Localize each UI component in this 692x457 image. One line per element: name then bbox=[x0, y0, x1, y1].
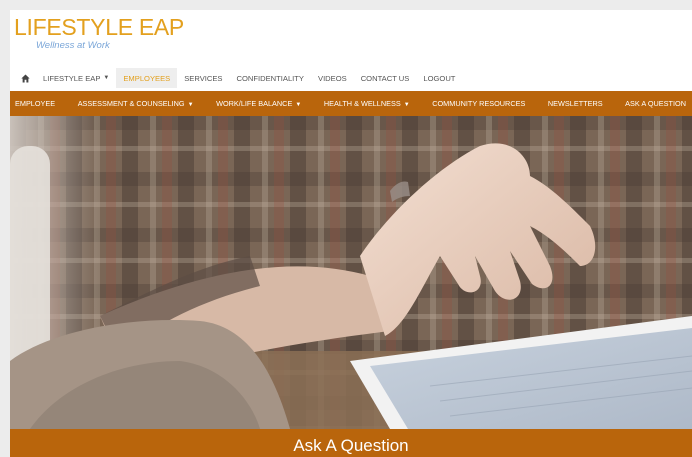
sec-nav-label: WORK/LIFE BALANCE bbox=[216, 99, 293, 108]
logo-tagline: Wellness at Work bbox=[36, 40, 110, 51]
sec-nav-work-life-balance[interactable]: WORK/LIFE BALANCE ▼ bbox=[216, 99, 301, 108]
top-nav-label: EMPLOYEES bbox=[123, 73, 171, 83]
sec-nav-community-resources[interactable]: COMMUNITY RESOURCES bbox=[432, 99, 525, 108]
top-nav-employees[interactable]: EMPLOYEES bbox=[116, 68, 178, 88]
sec-nav-employee[interactable]: EMPLOYEE bbox=[15, 99, 55, 108]
caret-down-icon: ▼ bbox=[187, 102, 194, 108]
secondary-nav: EMPLOYEE ASSESSMENT & COUNSELING ▼ WORK/L… bbox=[10, 91, 692, 116]
page-title-banner: Ask A Question bbox=[10, 429, 692, 457]
caret-down-icon: ▼ bbox=[103, 75, 110, 81]
top-nav-label: CONFIDENTIALITY bbox=[236, 73, 304, 83]
sec-nav-assessment-counseling[interactable]: ASSESSMENT & COUNSELING ▼ bbox=[78, 99, 194, 108]
hero-image bbox=[10, 116, 692, 429]
top-nav-logout[interactable]: LOGOUT bbox=[416, 68, 462, 88]
top-nav-label: LOGOUT bbox=[423, 73, 456, 83]
sec-nav-label: EMPLOYEE bbox=[15, 99, 56, 108]
sec-nav-ask-a-question[interactable]: ASK A QUESTION bbox=[625, 99, 686, 108]
top-nav-lifestyle-eap[interactable]: LIFESTYLE EAP ▼ bbox=[36, 68, 116, 88]
sec-nav-label: ASSESSMENT & COUNSELING bbox=[77, 99, 185, 108]
top-nav-label: VIDEOS bbox=[318, 73, 347, 83]
top-nav-services[interactable]: SERVICES bbox=[177, 68, 229, 88]
home-icon[interactable] bbox=[14, 68, 36, 88]
sec-nav-label: ASK A QUESTION bbox=[625, 99, 686, 108]
page: LIFESTYLE EAP Wellness at Work LIFESTYLE… bbox=[10, 10, 692, 457]
sec-nav-label: COMMUNITY RESOURCES bbox=[432, 99, 526, 108]
logo-title: LIFESTYLE EAP bbox=[14, 14, 184, 40]
top-nav-label: SERVICES bbox=[184, 73, 223, 83]
top-nav-label: LIFESTYLE EAP bbox=[43, 73, 101, 83]
page-title: Ask A Question bbox=[293, 436, 409, 455]
top-nav-videos[interactable]: VIDEOS bbox=[311, 68, 354, 88]
site-logo[interactable]: LIFESTYLE EAP Wellness at Work bbox=[14, 14, 184, 51]
sec-nav-label: NEWSLETTERS bbox=[547, 99, 603, 108]
top-nav-confidentiality[interactable]: CONFIDENTIALITY bbox=[229, 68, 311, 88]
sec-nav-newsletters[interactable]: NEWSLETTERS bbox=[548, 99, 603, 108]
top-nav: LIFESTYLE EAP ▼ EMPLOYEES SERVICES CONFID… bbox=[10, 68, 692, 88]
top-nav-contact-us[interactable]: CONTACT US bbox=[354, 68, 417, 88]
caret-down-icon: ▼ bbox=[295, 102, 302, 108]
sec-nav-health-wellness[interactable]: HEALTH & WELLNESS ▼ bbox=[324, 99, 410, 108]
caret-down-icon: ▼ bbox=[403, 102, 410, 108]
sec-nav-label: HEALTH & WELLNESS bbox=[323, 99, 401, 108]
top-nav-label: CONTACT US bbox=[360, 73, 410, 83]
